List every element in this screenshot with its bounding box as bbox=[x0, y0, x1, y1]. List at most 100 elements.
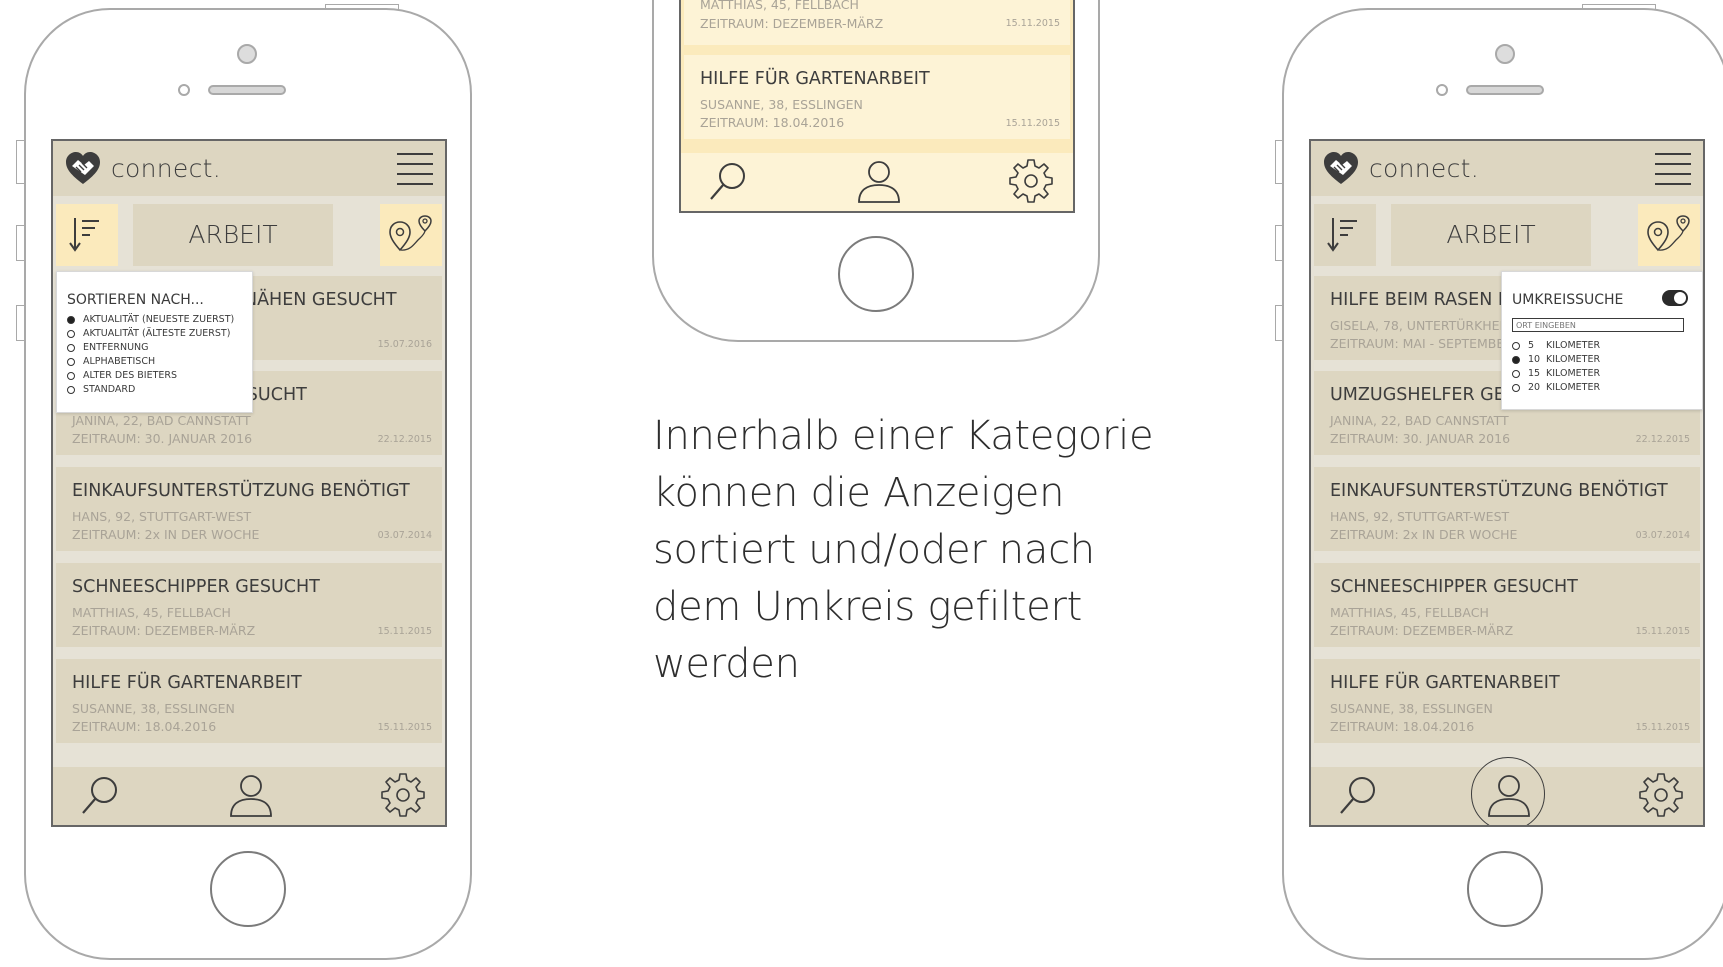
ad-person: HANS, 92, STUTTGART-WEST bbox=[1330, 509, 1510, 524]
ad-period: ZEITRAUM: 18.04.2016 bbox=[1330, 719, 1475, 734]
ad-card[interactable]: HILFE FÜR GARTENARBEIT SUSANNE, 38, ESSL… bbox=[1314, 659, 1700, 743]
proximity-sensor bbox=[1436, 84, 1448, 96]
radius-option[interactable]: 20 KILOMETER bbox=[1512, 382, 1600, 393]
location-pins-icon bbox=[1647, 215, 1690, 252]
location-pins-icon bbox=[389, 215, 432, 252]
radius-option[interactable]: 10 KILOMETER bbox=[1512, 354, 1600, 365]
sort-option[interactable]: STANDARD bbox=[67, 384, 135, 395]
ad-person: MATTHIAS, 45, FELLBACH bbox=[72, 605, 231, 620]
radius-option[interactable]: 15 KILOMETER bbox=[1512, 368, 1600, 379]
radio-icon bbox=[67, 371, 75, 380]
profile-icon[interactable] bbox=[1485, 771, 1533, 819]
sort-button[interactable] bbox=[1314, 204, 1376, 266]
ad-card[interactable]: EINKAUFSUNTERSTÜTZUNG BENÖTIGT HANS, 92,… bbox=[1314, 467, 1700, 551]
bottom-navigation bbox=[1311, 757, 1703, 825]
radio-icon bbox=[1512, 369, 1520, 378]
search-icon[interactable] bbox=[75, 771, 123, 819]
ad-date: 15.11.2015 bbox=[377, 722, 432, 733]
profile-icon[interactable] bbox=[855, 157, 903, 205]
sort-option[interactable]: ENTFERNUNG bbox=[67, 342, 149, 353]
sort-popup: SORTIEREN NACH... AKTUALITÄT (NEUESTE ZU… bbox=[56, 271, 253, 413]
caption-line: werden bbox=[653, 641, 800, 687]
sort-popup-title: SORTIEREN NACH... bbox=[67, 292, 204, 308]
radio-icon bbox=[1512, 341, 1520, 350]
screen-middle: MATTHIAS, 45, FELLBACH ZEITRAUM: DEZEMBE… bbox=[679, 0, 1075, 213]
ad-card[interactable]: EINKAUFSUNTERSTÜTZUNG BENÖTIGT HANS, 92,… bbox=[56, 467, 442, 551]
ad-period: ZEITRAUM: DEZEMBER-MÄRZ bbox=[700, 16, 884, 31]
ad-title: HILFE FÜR GARTENARBEIT bbox=[1330, 673, 1560, 693]
screen-left: connect. ARBEIT NÄHEN GESUCHT 15.07.2016… bbox=[51, 139, 447, 827]
ad-period: ZEITRAUM: 18.04.2016 bbox=[72, 719, 217, 734]
category-button[interactable]: ARBEIT bbox=[1391, 204, 1591, 266]
radio-selected-icon bbox=[67, 315, 75, 324]
settings-gear-icon[interactable] bbox=[1637, 771, 1685, 819]
ad-card[interactable]: HILFE FÜR GARTENARBEIT SUSANNE, 38, ESSL… bbox=[56, 659, 442, 743]
app-name: connect. bbox=[111, 154, 222, 183]
caption-line: Innerhalb einer Kategorie bbox=[653, 413, 1154, 459]
ad-period: ZEITRAUM: 30. JANUAR 2016 bbox=[72, 431, 253, 446]
bottom-navigation bbox=[681, 153, 1073, 211]
ad-person: JANINA, 22, BAD CANNSTATT bbox=[72, 413, 251, 428]
ad-card[interactable]: HILFE FÜR GARTENARBEIT SUSANNE, 38, ESSL… bbox=[684, 55, 1070, 139]
hamburger-menu-icon[interactable] bbox=[1655, 151, 1691, 187]
ad-date: 22.12.2015 bbox=[1635, 434, 1690, 445]
heart-handshake-logo-icon bbox=[1324, 152, 1358, 184]
radio-icon bbox=[67, 357, 75, 366]
home-button[interactable] bbox=[1467, 851, 1543, 927]
ad-person: GISELA, 78, UNTERTÜRKHEIM bbox=[1330, 318, 1515, 333]
category-button[interactable]: ARBEIT bbox=[133, 204, 333, 266]
ad-period: ZEITRAUM: 2x IN DER WOCHE bbox=[1330, 527, 1518, 542]
settings-gear-icon[interactable] bbox=[379, 771, 427, 819]
location-filter-button[interactable] bbox=[1638, 204, 1700, 266]
ad-person: MATTHIAS, 45, FELLBACH bbox=[700, 0, 859, 12]
heart-handshake-logo-icon bbox=[66, 152, 100, 184]
hamburger-menu-icon[interactable] bbox=[397, 151, 433, 187]
ad-person: HANS, 92, STUTTGART-WEST bbox=[72, 509, 252, 524]
front-camera bbox=[237, 44, 257, 64]
ad-period: ZEITRAUM: DEZEMBER-MÄRZ bbox=[72, 623, 256, 638]
app-name: connect. bbox=[1369, 154, 1480, 183]
ad-date: 15.11.2015 bbox=[1635, 722, 1690, 733]
radio-selected-icon bbox=[1512, 355, 1520, 364]
ad-date: 15.11.2015 bbox=[377, 626, 432, 637]
settings-gear-icon[interactable] bbox=[1007, 157, 1055, 205]
ad-date: 15.11.2015 bbox=[1005, 18, 1060, 29]
caption-line: dem Umkreis gefiltert bbox=[653, 584, 1082, 630]
ad-card[interactable]: SCHNEESCHIPPER GESUCHT MATTHIAS, 45, FEL… bbox=[56, 563, 442, 647]
ad-date: 15.11.2015 bbox=[1005, 118, 1060, 129]
profile-icon[interactable] bbox=[227, 771, 275, 819]
ad-card[interactable]: MATTHIAS, 45, FELLBACH ZEITRAUM: DEZEMBE… bbox=[684, 0, 1070, 45]
ad-person: JANINA, 22, BAD CANNSTATT bbox=[1330, 413, 1509, 428]
search-icon[interactable] bbox=[703, 157, 751, 205]
home-button[interactable] bbox=[838, 236, 914, 312]
search-icon[interactable] bbox=[1333, 771, 1381, 819]
sort-icon bbox=[69, 218, 99, 252]
radius-toggle[interactable] bbox=[1662, 290, 1688, 306]
ad-date: 22.12.2015 bbox=[377, 434, 432, 445]
ad-card[interactable]: SCHNEESCHIPPER GESUCHT MATTHIAS, 45, FEL… bbox=[1314, 563, 1700, 647]
radius-popup-title: UMKREISSUCHE bbox=[1512, 292, 1624, 308]
app-header: connect. bbox=[53, 141, 445, 196]
ad-period: ZEITRAUM: MAI - SEPTEMBER bbox=[1330, 336, 1513, 351]
ad-title: HILFE FÜR GARTENARBEIT bbox=[72, 673, 302, 693]
home-button[interactable] bbox=[210, 851, 286, 927]
sort-option[interactable]: AKTUALITÄT (NEUESTE ZUERST) bbox=[67, 314, 234, 325]
sort-option[interactable]: ALPHABETISCH bbox=[67, 356, 155, 367]
ad-person: MATTHIAS, 45, FELLBACH bbox=[1330, 605, 1489, 620]
sort-option[interactable]: AKTUALITÄT (ÄLTESTE ZUERST) bbox=[67, 328, 230, 339]
radio-icon bbox=[67, 385, 75, 394]
bottom-navigation bbox=[53, 767, 445, 825]
sort-button[interactable] bbox=[56, 204, 118, 266]
location-input[interactable] bbox=[1512, 318, 1684, 332]
location-filter-button[interactable] bbox=[380, 204, 442, 266]
radio-icon bbox=[67, 329, 75, 338]
radio-icon bbox=[1512, 383, 1520, 392]
radius-option[interactable]: 5 KILOMETER bbox=[1512, 340, 1600, 351]
screen-right: connect. ARBEIT HILFE BEIM RASEN M GISEL… bbox=[1309, 139, 1705, 827]
app-header: connect. bbox=[1311, 141, 1703, 196]
caption-line: können die Anzeigen bbox=[653, 470, 1065, 516]
sort-option[interactable]: ALTER DES BIETERS bbox=[67, 370, 177, 381]
ad-title: SCHNEESCHIPPER GESUCHT bbox=[72, 577, 320, 597]
caption-line: sortiert und/oder nach bbox=[653, 527, 1095, 573]
ad-title: HILFE BEIM RASEN M bbox=[1330, 290, 1513, 310]
